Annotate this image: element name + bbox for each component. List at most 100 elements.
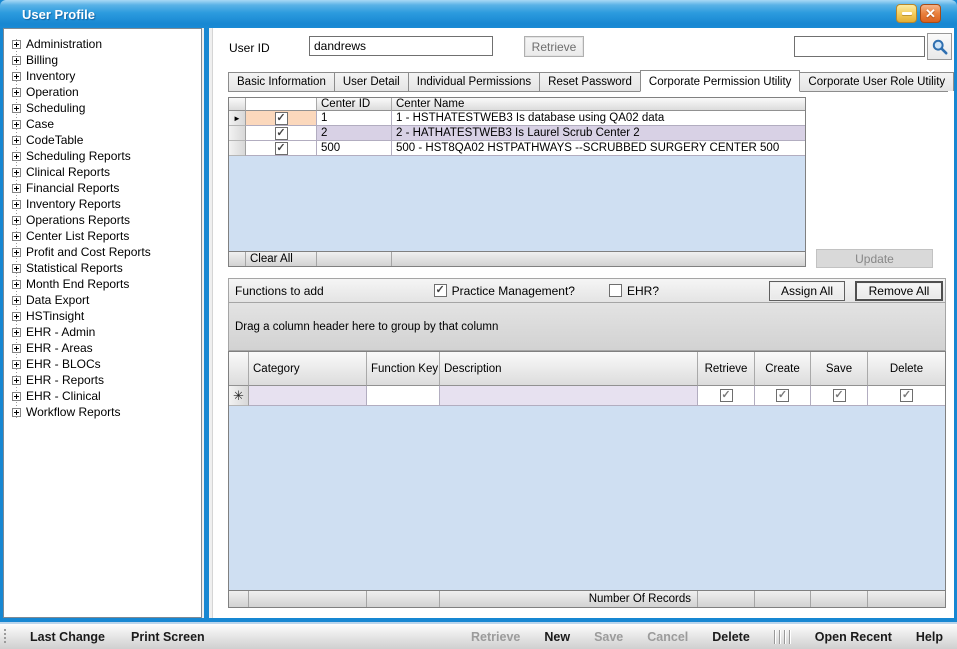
expand-plus-icon[interactable] — [12, 120, 21, 129]
statusbar-action[interactable]: Last Change — [30, 630, 105, 644]
center-id-cell[interactable]: 1 — [317, 111, 392, 126]
tree-item[interactable]: EHR - Admin — [4, 324, 201, 340]
expand-plus-icon[interactable] — [12, 40, 21, 49]
row-selector-cell[interactable] — [229, 111, 246, 126]
retrieve-column-header[interactable]: Retrieve — [698, 352, 755, 386]
center-name-column-header[interactable]: Center Name — [392, 98, 805, 111]
delete-checkbox-cell[interactable] — [868, 386, 945, 406]
expand-plus-icon[interactable] — [12, 168, 21, 177]
expand-plus-icon[interactable] — [12, 184, 21, 193]
tab[interactable]: Corporate Permission Utility — [640, 70, 801, 92]
retrieve-button[interactable]: Retrieve — [524, 36, 584, 57]
center-row[interactable]: 1 1 - HSTHATESTWEB3 Is database using QA… — [229, 111, 805, 126]
expand-plus-icon[interactable] — [12, 200, 21, 209]
statusbar-action[interactable]: Open Recent — [815, 630, 892, 644]
expand-plus-icon[interactable] — [12, 72, 21, 81]
tree-item[interactable]: Operation — [4, 84, 201, 100]
tree-item[interactable]: CodeTable — [4, 132, 201, 148]
tree-item[interactable]: Statistical Reports — [4, 260, 201, 276]
close-button[interactable]: ✕ — [920, 4, 941, 23]
center-name-cell[interactable]: 500 - HST8QA02 HSTPATHWAYS --SCRUBBED SU… — [392, 141, 805, 156]
center-checkbox-cell[interactable] — [246, 126, 317, 141]
assign-all-button[interactable]: Assign All — [769, 281, 845, 301]
expand-plus-icon[interactable] — [12, 88, 21, 97]
statusbar-action[interactable]: Cancel — [647, 630, 688, 644]
center-id-cell[interactable]: 2 — [317, 126, 392, 141]
expand-plus-icon[interactable] — [12, 264, 21, 273]
retrieve-checkbox[interactable] — [720, 389, 733, 402]
tree-item[interactable]: Case — [4, 116, 201, 132]
group-by-bar[interactable]: Drag a column header here to group by th… — [228, 303, 946, 351]
practice-management-option[interactable]: Practice Management? — [434, 284, 575, 298]
center-id-cell[interactable]: 500 — [317, 141, 392, 156]
create-checkbox-cell[interactable] — [755, 386, 811, 406]
expand-plus-icon[interactable] — [12, 280, 21, 289]
expand-plus-icon[interactable] — [12, 360, 21, 369]
tree-item[interactable]: Billing — [4, 52, 201, 68]
tree-item[interactable]: Workflow Reports — [4, 404, 201, 420]
tree-item[interactable]: Inventory Reports — [4, 196, 201, 212]
tree-item[interactable]: Scheduling Reports — [4, 148, 201, 164]
remove-all-button[interactable]: Remove All — [855, 281, 943, 301]
tree-item[interactable]: HSTinsight — [4, 308, 201, 324]
create-checkbox[interactable] — [776, 389, 789, 402]
expand-plus-icon[interactable] — [12, 248, 21, 257]
ehr-checkbox[interactable] — [609, 284, 622, 297]
expand-plus-icon[interactable] — [12, 408, 21, 417]
retrieve-checkbox-cell[interactable] — [698, 386, 755, 406]
tree-item[interactable]: EHR - BLOCs — [4, 356, 201, 372]
description-input-cell[interactable] — [440, 386, 698, 406]
expand-plus-icon[interactable] — [12, 344, 21, 353]
expand-plus-icon[interactable] — [12, 312, 21, 321]
save-checkbox[interactable] — [833, 389, 846, 402]
user-id-input[interactable] — [309, 36, 493, 56]
tab[interactable]: Basic Information — [228, 72, 335, 91]
statusbar-action[interactable]: Delete — [712, 630, 750, 644]
tab[interactable]: User Detail — [334, 72, 409, 91]
search-input[interactable] — [794, 36, 925, 57]
center-row[interactable]: 500 500 - HST8QA02 HSTPATHWAYS --SCRUBBE… — [229, 141, 805, 156]
delete-column-header[interactable]: Delete — [868, 352, 945, 386]
center-checkbox-cell[interactable] — [246, 111, 317, 126]
statusbar-action[interactable]: Help — [916, 630, 943, 644]
create-column-header[interactable]: Create — [755, 352, 811, 386]
tree-item[interactable]: Data Export — [4, 292, 201, 308]
row-selector-cell[interactable] — [229, 141, 246, 156]
statusbar-action[interactable]: Retrieve — [471, 630, 520, 644]
expand-plus-icon[interactable] — [12, 104, 21, 113]
expand-plus-icon[interactable] — [12, 152, 21, 161]
save-checkbox-cell[interactable] — [811, 386, 868, 406]
titlebar[interactable]: User Profile ✕ — [0, 0, 957, 28]
tree-item[interactable]: Profit and Cost Reports — [4, 244, 201, 260]
update-button[interactable]: Update — [816, 249, 933, 268]
expand-plus-icon[interactable] — [12, 328, 21, 337]
tree-item[interactable]: Financial Reports — [4, 180, 201, 196]
description-column-header[interactable]: Description — [440, 352, 698, 386]
panel-splitter[interactable] — [202, 28, 212, 618]
clear-all-button[interactable]: Clear All — [246, 252, 317, 266]
center-id-column-header[interactable]: Center ID — [317, 98, 392, 111]
expand-plus-icon[interactable] — [12, 216, 21, 225]
minimize-button[interactable] — [896, 4, 917, 23]
statusbar-action[interactable]: Print Screen — [131, 630, 205, 644]
center-checkbox[interactable] — [275, 142, 288, 155]
statusbar-action[interactable]: New — [544, 630, 570, 644]
row-selector-cell[interactable] — [229, 126, 246, 141]
expand-plus-icon[interactable] — [12, 56, 21, 65]
tree-item[interactable]: EHR - Reports — [4, 372, 201, 388]
center-checkbox[interactable] — [275, 127, 288, 140]
tree-item[interactable]: EHR - Clinical — [4, 388, 201, 404]
expand-plus-icon[interactable] — [12, 392, 21, 401]
expand-plus-icon[interactable] — [12, 296, 21, 305]
save-column-header[interactable]: Save — [811, 352, 868, 386]
tree-item[interactable]: Center List Reports — [4, 228, 201, 244]
center-checkbox[interactable] — [275, 112, 288, 125]
statusbar-action[interactable]: Save — [594, 630, 623, 644]
tab[interactable]: Reset Password — [539, 72, 641, 91]
tree-item[interactable]: EHR - Areas — [4, 340, 201, 356]
checkbox-column-header[interactable] — [246, 98, 317, 111]
search-button[interactable] — [927, 33, 952, 60]
tree-item[interactable]: Month End Reports — [4, 276, 201, 292]
center-name-cell[interactable]: 2 - HATHATESTWEB3 Is Laurel Scrub Center… — [392, 126, 805, 141]
tree-item[interactable]: Administration — [4, 36, 201, 52]
